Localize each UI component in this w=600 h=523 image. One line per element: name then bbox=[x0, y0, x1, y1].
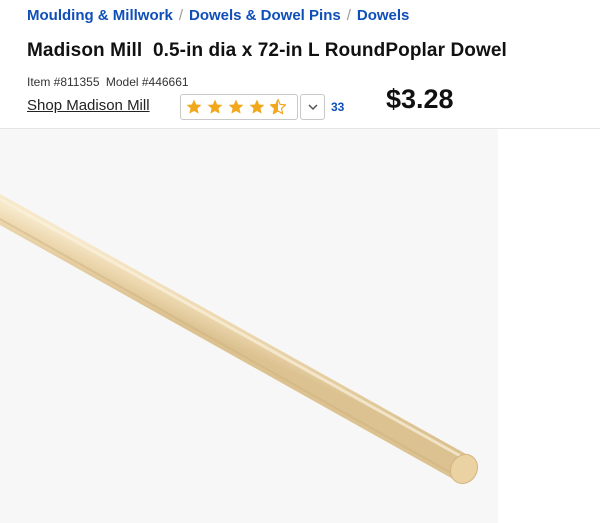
model-number: Model #446661 bbox=[105, 75, 189, 89]
breadcrumb: Moulding & Millwork / Dowels & Dowel Pins /… bbox=[27, 7, 409, 24]
product-title: Madison Mill 0.5-in dia x 72-in L RoundP… bbox=[27, 40, 507, 61]
product-image[interactable] bbox=[0, 129, 498, 523]
half-star-icon bbox=[269, 98, 287, 115]
chevron-down-icon bbox=[307, 104, 318, 111]
breadcrumb-separator: / bbox=[346, 7, 351, 24]
star-icon bbox=[249, 99, 265, 114]
star-icon bbox=[186, 99, 202, 114]
review-count[interactable]: 33 bbox=[331, 100, 344, 114]
product-price: $3.28 bbox=[386, 84, 454, 114]
star-icon bbox=[207, 99, 223, 114]
rating-dropdown-toggle[interactable] bbox=[300, 94, 325, 120]
star-icon bbox=[228, 99, 244, 114]
breadcrumb-dowels[interactable]: Dowels bbox=[357, 7, 410, 24]
star-rating[interactable] bbox=[180, 94, 298, 120]
rating-widget[interactable] bbox=[180, 94, 325, 120]
item-number: Item #811355 bbox=[27, 75, 100, 89]
breadcrumb-dowels-dowel-pins[interactable]: Dowels & Dowel Pins bbox=[189, 7, 341, 24]
shop-brand-link[interactable]: Shop Madison Mill bbox=[27, 97, 150, 114]
item-model-numbers: Item #811355 Model #446661 bbox=[27, 75, 189, 89]
breadcrumb-separator: / bbox=[178, 7, 183, 24]
breadcrumb-moulding-millwork[interactable]: Moulding & Millwork bbox=[27, 7, 173, 24]
dowel-illustration bbox=[0, 194, 479, 485]
